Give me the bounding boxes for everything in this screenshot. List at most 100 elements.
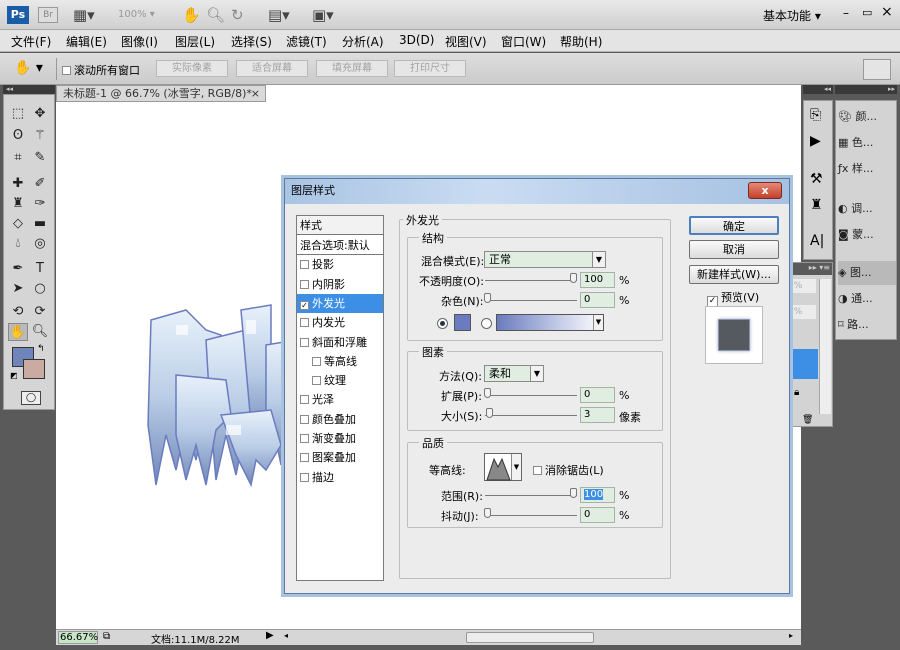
jitter-slider-track[interactable] bbox=[485, 515, 577, 516]
brush-tool-icon[interactable]: ✐ bbox=[30, 175, 50, 193]
eraser-tool-icon[interactable]: ◇ bbox=[8, 215, 28, 233]
horizontal-scrollbar-left-icon[interactable]: ◂ bbox=[284, 631, 288, 640]
document-tab-close-icon[interactable]: × bbox=[251, 86, 260, 101]
fit-screen-button[interactable]: 适合屏幕 bbox=[236, 60, 308, 77]
dodge-tool-icon[interactable]: ◎ bbox=[30, 235, 50, 253]
blur-tool-icon[interactable]: 💧︎ bbox=[8, 235, 28, 253]
quick-mask-icon[interactable]: ◯ bbox=[21, 391, 41, 405]
style-item-contour[interactable]: 等高线 bbox=[297, 352, 383, 371]
window-minimize-button[interactable]: – bbox=[843, 6, 849, 20]
checkbox-icon[interactable] bbox=[300, 414, 309, 424]
menu-layer[interactable]: 图层(L) bbox=[175, 33, 215, 50]
solid-color-radio[interactable] bbox=[437, 318, 448, 329]
clone-stamp-tool-icon[interactable]: ♜ bbox=[8, 195, 28, 213]
history-icon[interactable]: ⎘ bbox=[810, 107, 821, 123]
swatches-panel-item[interactable]: ▦ 色... bbox=[838, 131, 896, 155]
range-slider-track[interactable] bbox=[485, 495, 577, 496]
window-close-button[interactable]: × bbox=[881, 4, 893, 20]
hand-tool-icon-selected[interactable]: ✋ bbox=[8, 323, 28, 341]
panel-dock-toggle[interactable] bbox=[863, 59, 891, 80]
style-item-bevel-emboss[interactable]: 斜面和浮雕 bbox=[297, 333, 383, 352]
technique-select[interactable]: 柔和 ▼ bbox=[484, 365, 544, 382]
range-slider-handle[interactable] bbox=[570, 488, 577, 498]
opacity-input[interactable]: 100 bbox=[580, 272, 615, 288]
zoom-level-dropdown[interactable]: 100% ▾ bbox=[118, 9, 155, 20]
character-icon[interactable]: A| bbox=[810, 233, 824, 249]
history-brush-tool-icon[interactable]: ✑ bbox=[30, 195, 50, 213]
masks-panel-item[interactable]: ◙ 蒙... bbox=[838, 223, 896, 247]
status-doc-icon[interactable]: ⧉ bbox=[103, 631, 110, 642]
style-item-stroke[interactable]: 描边 bbox=[297, 468, 383, 487]
layers-panel-tabs[interactable]: ▸▸ ▾≡ bbox=[786, 263, 832, 275]
jitter-input[interactable]: 0 bbox=[580, 507, 615, 523]
contour-picker[interactable]: ▼ bbox=[484, 453, 522, 481]
tool-presets-icon[interactable]: ⚒ bbox=[810, 171, 823, 187]
checkbox-icon[interactable] bbox=[312, 356, 321, 366]
fill-screen-button[interactable]: 填充屏幕 bbox=[316, 60, 388, 77]
paths-panel-item[interactable]: ⌑ 路... bbox=[838, 313, 896, 337]
spread-slider-track[interactable] bbox=[485, 395, 577, 396]
swap-colors-icon[interactable]: ↰ bbox=[37, 344, 45, 354]
styles-panel-item[interactable]: ƒx 样... bbox=[838, 157, 896, 181]
menu-edit[interactable]: 编辑(E) bbox=[66, 33, 107, 50]
layers-opacity-field[interactable]: 0% bbox=[788, 279, 816, 293]
glow-color-swatch[interactable] bbox=[454, 314, 471, 331]
path-selection-tool-icon[interactable]: ➤ bbox=[8, 280, 28, 298]
blend-mode-select[interactable]: 正常 ▼ bbox=[484, 251, 606, 268]
checkbox-icon[interactable] bbox=[300, 395, 309, 405]
status-menu-arrow-icon[interactable]: ▶ bbox=[266, 630, 274, 641]
opacity-slider-handle[interactable] bbox=[570, 273, 577, 283]
clone-source-icon[interactable]: ♜ bbox=[810, 197, 823, 213]
menu-image[interactable]: 图像(I) bbox=[121, 33, 158, 50]
dialog-titlebar[interactable]: 图层样式 bbox=[285, 179, 789, 204]
window-restore-button[interactable]: ▭ bbox=[862, 6, 872, 19]
rotate-view-icon[interactable]: ↻ bbox=[231, 6, 244, 24]
background-color-swatch[interactable] bbox=[23, 359, 45, 379]
shape-tool-icon[interactable]: ○ bbox=[30, 280, 50, 298]
default-colors-icon[interactable]: ◩ bbox=[10, 371, 18, 380]
jitter-slider-handle[interactable] bbox=[484, 508, 491, 518]
channels-panel-item[interactable]: ◑ 通... bbox=[838, 287, 896, 311]
screen-mode-icon[interactable]: ▦▾ bbox=[73, 6, 95, 24]
size-slider-track[interactable] bbox=[485, 415, 577, 416]
range-input[interactable]: 100 bbox=[580, 487, 615, 503]
checkbox-icon[interactable] bbox=[300, 472, 309, 482]
arrange-documents-icon[interactable]: ▤▾ bbox=[268, 6, 290, 24]
gradient-tool-icon[interactable]: ▬ bbox=[30, 215, 50, 233]
style-item-inner-glow[interactable]: 内发光 bbox=[297, 313, 383, 332]
document-tab[interactable]: 未标题-1 @ 66.7% (冰雪字, RGB/8)* × bbox=[56, 85, 266, 102]
layers-panel-item[interactable]: ◈ 图... bbox=[838, 261, 896, 285]
gradient-radio[interactable] bbox=[481, 318, 492, 329]
menu-window[interactable]: 窗口(W) bbox=[501, 33, 546, 50]
healing-brush-tool-icon[interactable]: ✚ bbox=[8, 175, 28, 193]
checkbox-icon[interactable] bbox=[300, 453, 309, 463]
adjustments-panel-item[interactable]: ◐ 调... bbox=[838, 197, 896, 221]
layers-scrollbar[interactable] bbox=[819, 279, 831, 414]
bridge-logo[interactable]: Br bbox=[38, 7, 58, 23]
new-style-button[interactable]: 新建样式(W)... bbox=[689, 265, 779, 284]
checkbox-icon[interactable] bbox=[300, 260, 309, 270]
move-tool-icon[interactable]: ✥ bbox=[30, 105, 50, 123]
eyedropper-tool-icon[interactable]: ✎ bbox=[30, 149, 50, 167]
noise-slider-track[interactable] bbox=[485, 300, 577, 301]
dialog-close-button[interactable]: x bbox=[748, 182, 782, 199]
style-item-texture[interactable]: 纹理 bbox=[297, 371, 383, 390]
print-size-button[interactable]: 打印尺寸 bbox=[394, 60, 466, 77]
zoom-tool-icon-panel[interactable]: 🔍︎ bbox=[30, 323, 50, 341]
checkbox-icon[interactable] bbox=[312, 376, 321, 386]
crop-tool-icon[interactable]: ⌗ bbox=[8, 149, 28, 167]
workspace-switcher[interactable]: 基本功能 ▾ bbox=[763, 7, 821, 24]
noise-input[interactable]: 0 bbox=[580, 292, 615, 308]
noise-slider-handle[interactable] bbox=[484, 293, 491, 303]
menu-analysis[interactable]: 分析(A) bbox=[342, 33, 384, 50]
glow-gradient-picker[interactable]: ▼ bbox=[496, 314, 604, 331]
horizontal-scrollbar[interactable] bbox=[466, 632, 594, 643]
layers-fill-field[interactable]: 0% bbox=[788, 305, 816, 319]
3d-orbit-tool-icon[interactable]: ⟳ bbox=[30, 303, 50, 321]
size-slider-handle[interactable] bbox=[486, 408, 493, 418]
size-input[interactable]: 3 bbox=[580, 407, 615, 423]
checkbox-icon[interactable] bbox=[300, 318, 309, 328]
color-panel-item[interactable]: 🎨︎ 颜... bbox=[838, 105, 896, 129]
style-item-outer-glow[interactable]: ✓ 外发光 bbox=[297, 293, 383, 313]
style-item-blending-options[interactable]: 混合选项:默认 bbox=[297, 236, 383, 255]
